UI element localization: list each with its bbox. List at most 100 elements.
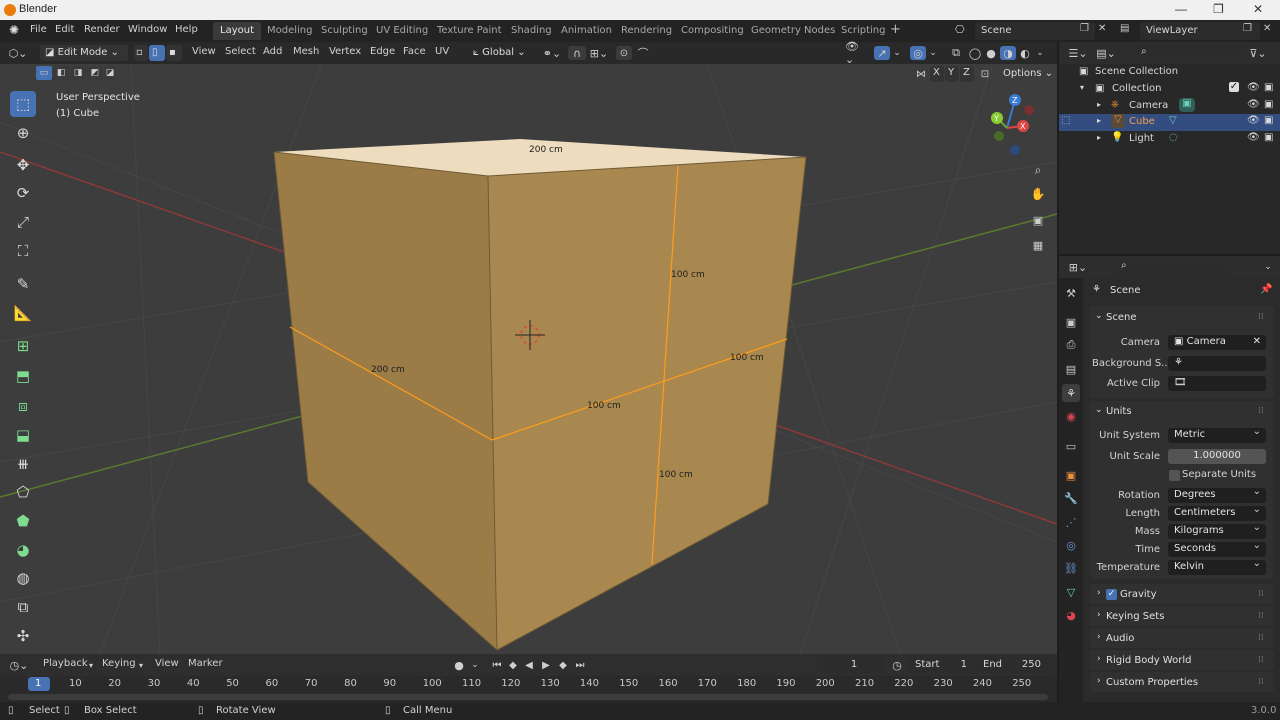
measure-tool-icon[interactable]: 📐 bbox=[10, 300, 36, 326]
material-tab-icon[interactable]: ◕ bbox=[1062, 606, 1080, 624]
chevron-right-icon[interactable]: › bbox=[1097, 632, 1101, 642]
mirror-z-button[interactable]: Z bbox=[960, 66, 974, 82]
tab-uv-editing[interactable]: UV Editing bbox=[369, 22, 435, 40]
move-tool-icon[interactable]: ✥ bbox=[10, 152, 36, 178]
blender-menu-icon[interactable]: ✺ bbox=[9, 23, 19, 37]
outliner-item-light[interactable]: ▸ 💡 Light ◌ 👁 ▣ bbox=[1059, 131, 1280, 148]
mode-dropdown[interactable]: ◪ Edit Mode ⌄ bbox=[40, 45, 128, 61]
menu-add[interactable]: Add bbox=[263, 46, 282, 57]
camera-render-icon[interactable]: ▣ bbox=[1264, 82, 1273, 93]
chevron-right-icon[interactable]: › bbox=[1097, 654, 1101, 664]
proportional-edit-icon[interactable]: ⊙ bbox=[616, 46, 632, 60]
tab-animation[interactable]: Animation bbox=[554, 22, 619, 40]
mirror-y-button[interactable]: Y bbox=[945, 66, 959, 82]
play-reverse-icon[interactable]: ◀ bbox=[522, 658, 536, 672]
wireframe-shading-icon[interactable]: ◯ bbox=[968, 46, 982, 60]
close-icon[interactable]: ✕ bbox=[1253, 2, 1263, 16]
play-icon[interactable]: ▶ bbox=[539, 658, 553, 672]
properties-search-input[interactable]: ⌕ bbox=[1115, 259, 1229, 275]
select-mode-extend-icon[interactable]: ◧ bbox=[53, 66, 69, 80]
scene-panel-title[interactable]: Scene bbox=[1106, 312, 1137, 323]
delete-viewlayer-icon[interactable]: ✕ bbox=[1263, 23, 1271, 34]
world-tab-icon[interactable]: ◉ bbox=[1062, 407, 1080, 425]
camera-data-icon[interactable]: ▣ bbox=[1179, 98, 1195, 112]
rotation-dropdown[interactable]: Degrees bbox=[1168, 486, 1266, 503]
chevron-down-icon[interactable]: ⌄ bbox=[1095, 311, 1103, 321]
outliner-editor-type-icon[interactable]: ☰⌄ bbox=[1067, 46, 1089, 60]
chevron-down-icon[interactable]: ⌄ bbox=[1261, 260, 1275, 274]
falloff-icon[interactable]: ⌒ bbox=[634, 46, 652, 60]
next-keyframe-icon[interactable]: ◆ bbox=[556, 658, 570, 672]
scene-icon[interactable]: ⎔ bbox=[955, 23, 965, 36]
menu-edge[interactable]: Edge bbox=[370, 46, 395, 57]
eye-icon[interactable]: 👁 bbox=[1247, 115, 1260, 126]
spin-tool-icon[interactable]: ◕ bbox=[10, 537, 36, 563]
gizmo-toggle-icon[interactable]: ↗ bbox=[874, 46, 890, 60]
bevel-tool-icon[interactable]: ⬓ bbox=[10, 422, 36, 448]
overlays-icon[interactable]: ◎ bbox=[910, 46, 926, 60]
select-mode-new-icon[interactable]: ▭ bbox=[36, 66, 52, 80]
active-clip-field[interactable]: 🎞 bbox=[1168, 376, 1266, 391]
clock-icon[interactable]: ◷ bbox=[890, 658, 904, 672]
chevron-right-icon[interactable]: › bbox=[1097, 588, 1101, 598]
panel-grip-icon[interactable]: ⁞⁞ bbox=[1258, 677, 1272, 687]
viewlayer-icon[interactable]: ▤ bbox=[1120, 23, 1129, 34]
menu-timeline-view[interactable]: View bbox=[155, 658, 179, 669]
tab-scripting[interactable]: Scripting bbox=[834, 22, 892, 40]
menu-help[interactable]: Help bbox=[175, 24, 198, 35]
object-tab-icon[interactable]: ▣ bbox=[1062, 466, 1080, 484]
outliner-item-camera[interactable]: ▸ ⎈ Camera ▣ 👁 ▣ bbox=[1059, 98, 1280, 115]
unit-system-dropdown[interactable]: Metric bbox=[1168, 426, 1266, 443]
vertex-select-icon[interactable]: ▫ bbox=[134, 45, 148, 61]
filter-icon[interactable]: ⊽⌄ bbox=[1247, 46, 1269, 60]
display-mode-icon[interactable]: ▤⌄ bbox=[1095, 46, 1117, 60]
start-frame-field[interactable]: Start 1 bbox=[907, 657, 973, 673]
menu-marker[interactable]: Marker bbox=[188, 658, 223, 669]
expand-arrow-icon[interactable]: ▸ bbox=[1097, 133, 1101, 142]
pan-hand-icon[interactable]: ✋ bbox=[1030, 186, 1046, 202]
panel-grip-icon[interactable]: ⁞⁞ bbox=[1258, 406, 1272, 416]
tab-layout[interactable]: Layout bbox=[213, 22, 261, 40]
select-mode-intersect-icon[interactable]: ◪ bbox=[104, 66, 116, 80]
expand-arrow-icon[interactable]: ▸ bbox=[1097, 100, 1101, 109]
camera-render-icon[interactable]: ▣ bbox=[1264, 132, 1273, 143]
mirror-x-button[interactable]: X bbox=[930, 66, 944, 82]
output-tab-icon[interactable]: ⎙ bbox=[1062, 336, 1080, 354]
extrude-tool-icon[interactable]: ⬒ bbox=[10, 363, 36, 389]
menu-edit[interactable]: Edit bbox=[55, 24, 74, 35]
face-select-icon[interactable]: ▪ bbox=[166, 45, 182, 61]
scene-tab-icon[interactable]: ⚘ bbox=[1062, 384, 1080, 402]
transform-tool-icon[interactable]: ⛶ bbox=[10, 238, 36, 264]
exclude-checkbox-icon[interactable]: ✓ bbox=[1229, 82, 1239, 92]
constraints-tab-icon[interactable]: ⛓ bbox=[1062, 559, 1080, 577]
edge-select-icon[interactable]: ▯ bbox=[149, 45, 165, 61]
outliner-search-input[interactable]: ⌕ bbox=[1135, 45, 1243, 61]
cube-front-face[interactable] bbox=[488, 157, 806, 650]
chevron-down-icon[interactable]: ⌄ bbox=[1034, 46, 1046, 60]
zoom-icon[interactable]: ⌕ bbox=[1030, 162, 1046, 178]
select-box-tool-icon[interactable]: ⬚ bbox=[10, 91, 36, 117]
minimize-icon[interactable]: — bbox=[1175, 2, 1187, 16]
options-dropdown[interactable]: Options ⌄ bbox=[998, 66, 1053, 82]
timeline-editor-type-icon[interactable]: ◷⌄ bbox=[8, 658, 30, 672]
maximize-icon[interactable]: ❐ bbox=[1213, 2, 1224, 16]
scene-field[interactable]: Scene bbox=[975, 22, 1095, 40]
physics-tab-icon[interactable]: ◎ bbox=[1062, 536, 1080, 554]
mesh-data-icon[interactable]: ▽ bbox=[1169, 115, 1177, 126]
jump-end-icon[interactable]: ⏭ bbox=[573, 658, 587, 672]
viewlayer-field[interactable]: ViewLayer bbox=[1140, 22, 1260, 40]
orientation-dropdown[interactable]: ⟀ Global ⌄ bbox=[468, 45, 534, 61]
annotate-tool-icon[interactable]: ✎ bbox=[10, 271, 36, 297]
select-mode-invert-icon[interactable]: ◩ bbox=[87, 66, 103, 80]
chevron-down-icon[interactable]: ⌄ bbox=[892, 46, 902, 60]
clear-icon[interactable]: ✕ bbox=[1253, 336, 1261, 347]
menu-window[interactable]: Window bbox=[128, 24, 167, 35]
unit-scale-field[interactable]: 1.000000 bbox=[1168, 449, 1266, 464]
render-tab-icon[interactable]: ▣ bbox=[1062, 313, 1080, 331]
temperature-dropdown[interactable]: Kelvin bbox=[1168, 558, 1266, 575]
camera-field[interactable]: ▣ Camera ✕ bbox=[1168, 335, 1266, 350]
timeline-scrollbar[interactable] bbox=[8, 694, 1048, 700]
chevron-down-icon[interactable]: ⌄ bbox=[928, 46, 938, 60]
editor-type-icon[interactable]: ⬡⌄ bbox=[8, 46, 28, 60]
panel-grip-icon[interactable]: ⁞⁞ bbox=[1258, 312, 1272, 322]
